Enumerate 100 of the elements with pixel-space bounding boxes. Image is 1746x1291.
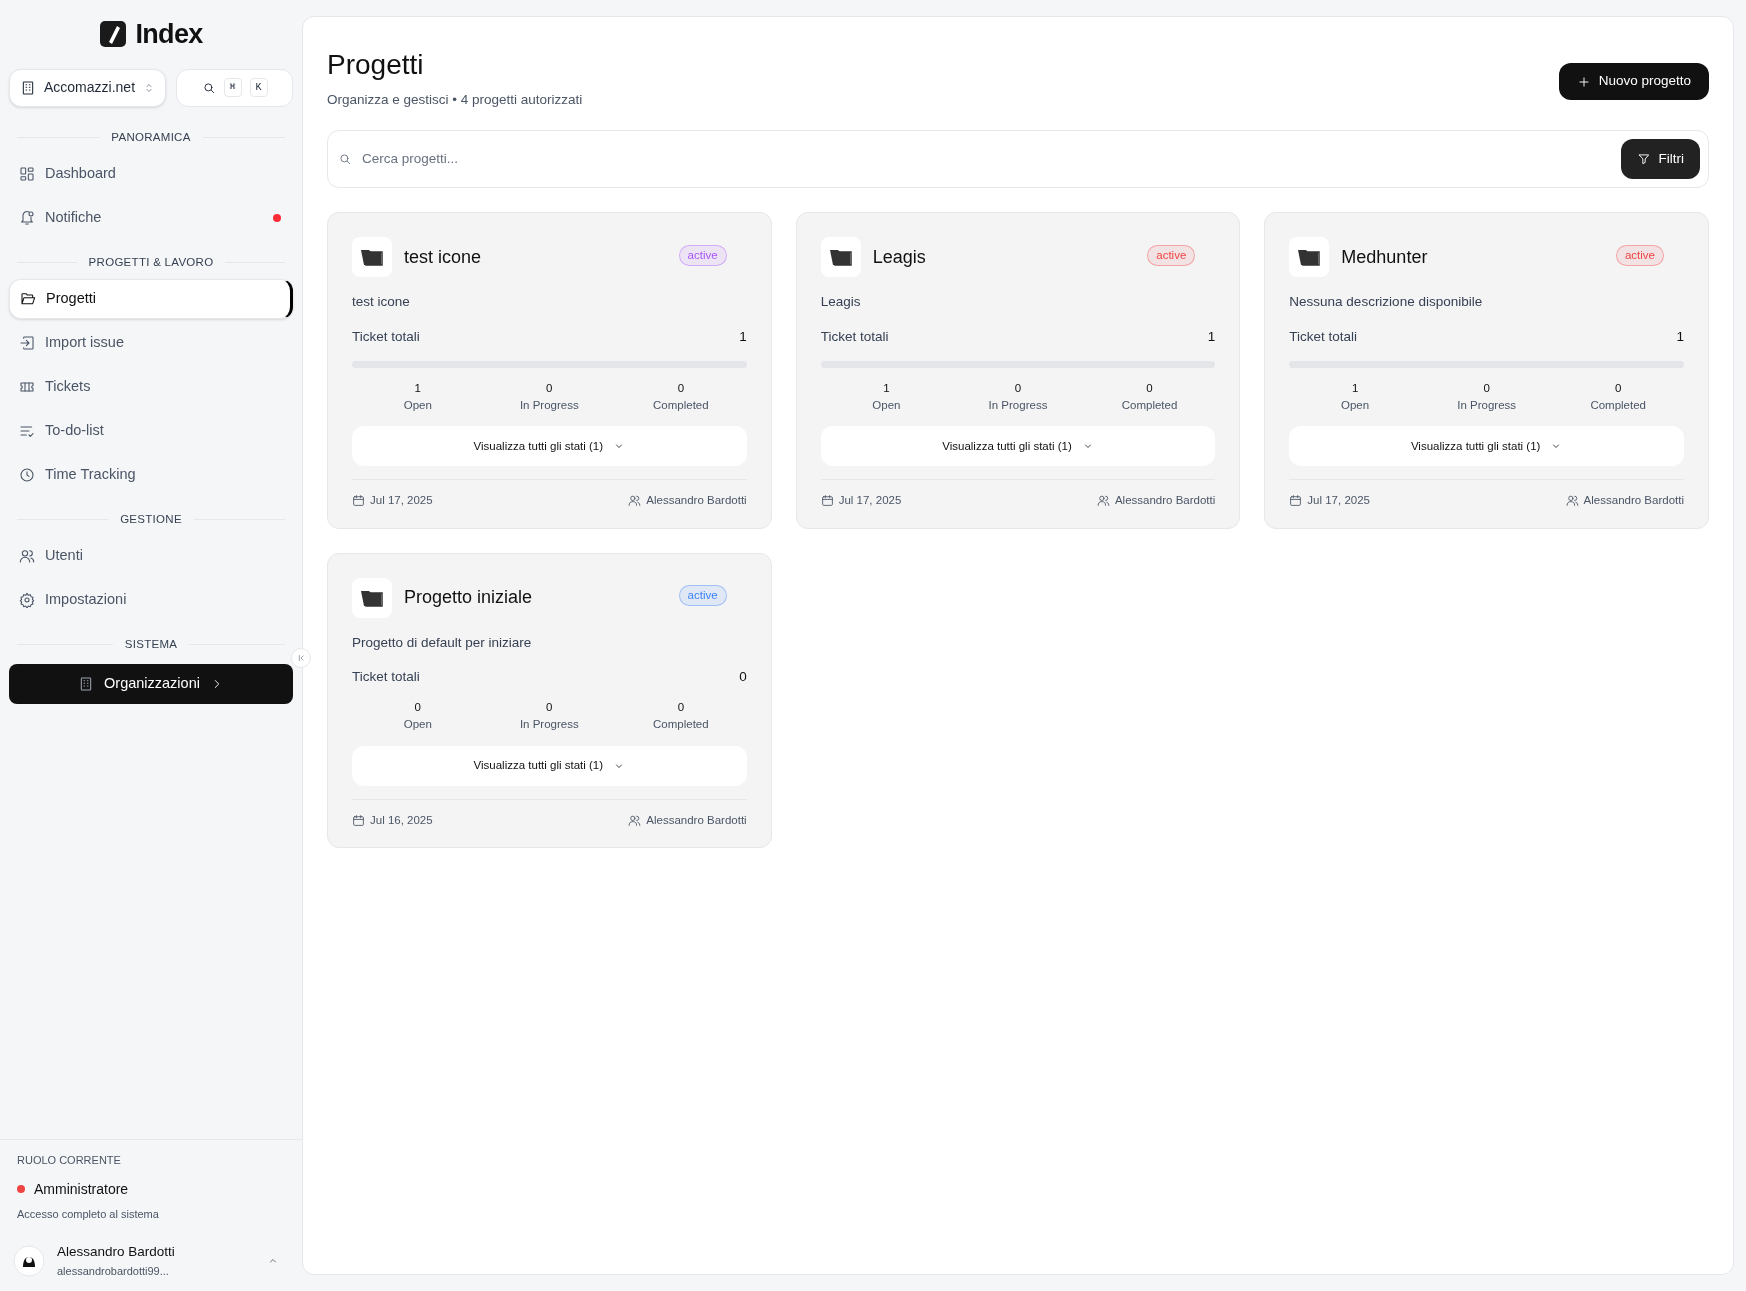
user-email: alessandrobardotti99... <box>57 1263 170 1279</box>
collapse-sidebar-button[interactable] <box>291 648 311 668</box>
ticket-total-value: 1 <box>1676 327 1684 346</box>
stat-label: Completed <box>653 398 709 413</box>
organizations-button[interactable]: Organizzazioni <box>9 663 293 704</box>
status-badge: active <box>678 244 727 266</box>
users-icon <box>1565 494 1579 508</box>
section-heading: SISTEMA <box>124 637 178 653</box>
project-owner: Alessandro Bardotti <box>646 493 747 509</box>
ticket-total-value: 0 <box>739 667 747 686</box>
ticket-icon <box>19 379 35 395</box>
project-owner: Alessandro Bardotti <box>1583 493 1684 509</box>
view-states-button[interactable]: Visualizza tutti gli stati (1) <box>820 426 1216 467</box>
created-date: Jul 17, 2025 <box>1307 493 1370 509</box>
search-icon <box>338 152 352 167</box>
nav-item[interactable]: Time Tracking <box>9 455 293 495</box>
nav-item[interactable]: Notifiche <box>9 197 293 238</box>
project-description: Leagis <box>820 293 862 312</box>
stat-label: Open <box>403 398 432 413</box>
stat-label: Open <box>1341 398 1370 413</box>
created-date: Jul 17, 2025 <box>838 493 902 509</box>
stat-value: 1 <box>414 380 421 396</box>
keyboard-key: K <box>249 78 268 97</box>
calendar-icon <box>352 813 365 827</box>
project-owner: Alessandro Bardotti <box>646 812 747 828</box>
plus-icon <box>1576 74 1591 89</box>
command-search-button[interactable]: ⌘ K <box>176 68 293 107</box>
role-heading: RUOLO CORRENTE <box>17 1153 122 1169</box>
nav-item[interactable]: Dashboard <box>9 153 293 194</box>
calendar-icon <box>820 494 834 508</box>
nav-item[interactable]: Progetti <box>9 279 293 319</box>
keyboard-key: ⌘ <box>223 78 242 97</box>
users-icon <box>628 494 642 508</box>
stat-value: 1 <box>1351 380 1359 396</box>
clock-icon <box>19 467 35 483</box>
stat-value: 0 <box>677 380 685 396</box>
calendar-icon <box>352 494 365 508</box>
users-icon <box>628 813 642 827</box>
page-subtitle: Organizza e gestisci • 4 progetti autorizzati <box>327 91 583 109</box>
project-name: test icone <box>404 245 483 269</box>
grid-icon <box>19 165 35 182</box>
project-owner: Alessandro Bardotti <box>1114 493 1216 509</box>
section-heading: GESTIONE <box>120 512 182 527</box>
app-logo-text: Index <box>135 18 203 51</box>
stat-value: 0 <box>546 380 553 396</box>
stat-label: Completed <box>1121 398 1178 413</box>
users-icon <box>19 548 35 565</box>
ticket-total-value: 1 <box>1207 327 1216 346</box>
status-badge: active <box>678 584 727 607</box>
project-card[interactable]: Medhunter active Nessuna descrizione disponibile Ticket totali 1 1 Open 0 In Progress 0 Completed Visualizza tutti gli stati (1) Jul 17, 2025 Alessandro Bardotti <box>1264 212 1709 529</box>
project-description: Progetto di default per iniziare <box>352 633 533 652</box>
ticket-total-label: Ticket totali <box>352 327 420 346</box>
nav-item[interactable]: Import issue <box>9 323 293 363</box>
stat-value: 1 <box>883 380 890 396</box>
filter-icon <box>1636 152 1651 167</box>
user-name: Alessandro Bardotti <box>57 1243 176 1262</box>
stat-value: 0 <box>1146 380 1153 396</box>
ticket-total-label: Ticket totali <box>1289 327 1358 346</box>
filter-button[interactable]: Filtri <box>1620 139 1700 180</box>
building-icon <box>20 79 36 96</box>
collapse-icon <box>296 653 306 663</box>
role-name: Amministratore <box>34 1179 129 1199</box>
stat-value: 0 <box>677 700 685 715</box>
search-field[interactable]: Cerca progetti... Filtri <box>327 130 1709 189</box>
organization-selector[interactable]: Accomazzi.net <box>9 68 167 107</box>
calendar-icon <box>1289 494 1303 508</box>
folder-icon <box>827 247 854 268</box>
project-card[interactable]: Progetto iniziale active Progetto di default per iniziare Ticket totali 0 0 Open 0 In Progress 0 Completed Visualizza tutti gli stati (1) Jul 16, 2025 Alessandro Bardotti <box>327 552 772 848</box>
ticket-total-value: 1 <box>739 327 747 346</box>
nav-item[interactable]: Utenti <box>9 536 293 577</box>
view-states-button[interactable]: Visualizza tutti gli stati (1) <box>1289 426 1684 467</box>
search-icon <box>201 80 216 95</box>
project-name: Medhunter <box>1341 245 1429 269</box>
import-icon <box>19 335 35 351</box>
folder-icon <box>1296 247 1323 268</box>
view-states-button[interactable]: Visualizza tutti gli stati (1) <box>352 745 747 786</box>
nav-item[interactable]: To-do-list <box>9 411 293 451</box>
project-name: Progetto iniziale <box>404 586 534 609</box>
stat-value: 0 <box>1014 380 1022 396</box>
logo-icon <box>99 20 128 49</box>
checklist-icon <box>19 423 35 439</box>
folder-icon <box>20 291 36 307</box>
status-badge: active <box>1147 244 1196 266</box>
new-project-button[interactable]: Nuovo progetto <box>1558 63 1709 100</box>
project-description: Nessuna descrizione disponibile <box>1289 293 1484 312</box>
stat-label: In Progress <box>988 398 1048 413</box>
stat-label: In Progress <box>1457 398 1517 413</box>
stat-value: 0 <box>1615 380 1622 396</box>
avatar <box>13 1244 45 1277</box>
view-states-button[interactable]: Visualizza tutti gli stati (1) <box>352 426 747 467</box>
section-heading: PANORAMICA <box>111 129 191 145</box>
role-description: Accesso completo al sistema <box>17 1206 160 1222</box>
nav-item[interactable]: Impostazioni <box>9 580 293 621</box>
folder-icon <box>359 247 385 268</box>
project-card[interactable]: test icone active test icone Ticket totali 1 1 Open 0 In Progress 0 Completed Visualizza tutti gli stati (1) Jul 17, 2025 Alessandro Bardotti <box>327 212 772 529</box>
stat-label: Completed <box>653 717 709 733</box>
ticket-total-label: Ticket totali <box>352 667 420 686</box>
project-card[interactable]: Leagis active Leagis Ticket totali 1 1 Open 0 In Progress 0 Completed Visualizza tutti gli stati (1) Jul 17, 2025 Alessandro Bardotti <box>795 212 1241 529</box>
stat-value: 0 <box>1483 380 1490 396</box>
nav-item[interactable]: Tickets <box>9 367 293 407</box>
